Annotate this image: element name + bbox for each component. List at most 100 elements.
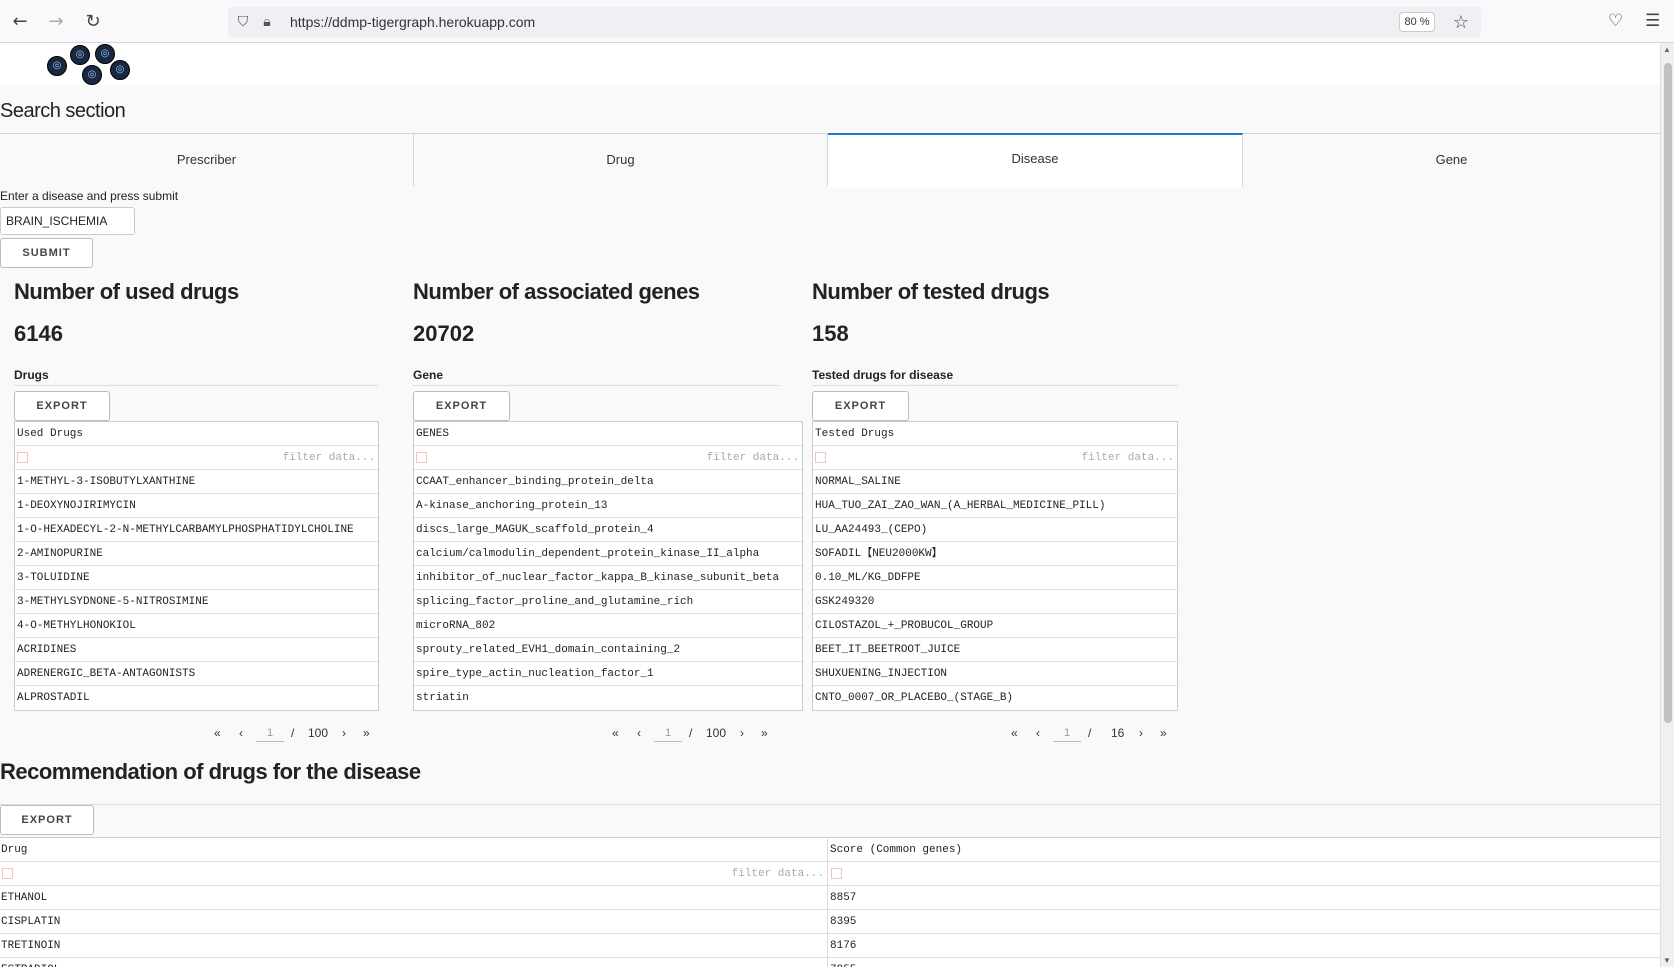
drug-cell[interactable]: CISPLATIN — [0, 910, 828, 934]
tab-prescriber[interactable]: Prescriber — [0, 134, 414, 186]
column-header-drug[interactable]: Drug — [0, 838, 828, 862]
scroll-down-icon[interactable]: ▼ — [1663, 956, 1671, 965]
score-cell[interactable]: 8176 — [829, 934, 1660, 958]
address-bar[interactable]: ⛉ 🔒︎ https://ddmp-tigergraph.herokuapp.c… — [228, 7, 1481, 37]
table-row[interactable]: CISPLATIN 8395 — [0, 910, 1660, 934]
filter-checkbox[interactable] — [831, 868, 842, 879]
export-button[interactable]: EXPORT — [812, 391, 909, 421]
lock-icon[interactable]: 🔒︎ — [258, 13, 276, 31]
filter-input[interactable]: filter data... — [1082, 446, 1174, 470]
table-row[interactable]: 0.10_ML/KG_DDFPE — [813, 566, 1177, 590]
table-row[interactable]: HUA_TUO_ZAI_ZAO_WAN_(A_HERBAL_MEDICINE_P… — [813, 494, 1177, 518]
table-row[interactable]: discs_large_MAGUK_scaffold_protein_4 — [414, 518, 802, 542]
table-row[interactable]: spire_type_actin_nucleation_factor_1 — [414, 662, 802, 686]
page-input[interactable] — [654, 724, 682, 742]
table-row[interactable]: inhibitor_of_nuclear_factor_kappa_B_kina… — [414, 566, 802, 590]
table-row[interactable]: CILOSTAZOL_+_PROBUCOL_GROUP — [813, 614, 1177, 638]
table-row[interactable]: splicing_factor_proline_and_glutamine_ri… — [414, 590, 802, 614]
tab-drug[interactable]: Drug — [414, 134, 828, 186]
table-row[interactable]: CCAAT_enhancer_binding_protein_delta — [414, 470, 802, 494]
table-row[interactable]: calcium/calmodulin_dependent_protein_kin… — [414, 542, 802, 566]
table-row[interactable]: SHUXUENING_INJECTION — [813, 662, 1177, 686]
tab-gene[interactable]: Gene — [1243, 134, 1660, 186]
column-header[interactable]: GENES — [414, 422, 802, 446]
score-cell[interactable]: 8857 — [829, 886, 1660, 910]
export-button[interactable]: EXPORT — [14, 391, 110, 421]
export-button[interactable]: EXPORT — [0, 805, 94, 835]
table-row[interactable]: microRNA_802 — [414, 614, 802, 638]
bookmark-star-icon[interactable]: ☆ — [1453, 12, 1469, 33]
table-row[interactable]: BEET_IT_BEETROOT_JUICE — [813, 638, 1177, 662]
prev-page-button[interactable]: ‹ — [239, 726, 243, 740]
table-row[interactable]: 3-METHYLSYDNONE-5-NITROSIMINE — [15, 590, 378, 614]
page-scrollbar[interactable]: ▲ ▼ — [1660, 43, 1674, 967]
drug-cell[interactable]: ESTRADIOL — [0, 958, 828, 967]
forward-arrow-icon[interactable]: → — [45, 11, 67, 33]
table-row[interactable]: sprouty_related_EVH1_domain_containing_2 — [414, 638, 802, 662]
divider — [413, 385, 779, 386]
next-page-button[interactable]: › — [740, 726, 744, 740]
table-row[interactable]: SOFADIL【NEU2000KW】 — [813, 542, 1177, 566]
export-button[interactable]: EXPORT — [413, 391, 510, 421]
filter-checkbox[interactable] — [2, 868, 13, 879]
tab-disease[interactable]: Disease — [828, 133, 1243, 187]
filter-row: filter data... — [0, 862, 1660, 886]
first-page-button[interactable]: « — [1011, 726, 1018, 740]
disease-input[interactable] — [0, 207, 135, 235]
zoom-level-badge[interactable]: 80 % — [1399, 12, 1435, 32]
table-row[interactable]: striatin — [414, 686, 802, 710]
table-row[interactable]: LU_AA24493_(CEPO) — [813, 518, 1177, 542]
table-row[interactable]: ALPROSTADIL — [15, 686, 378, 710]
table-row[interactable]: GSK249320 — [813, 590, 1177, 614]
reload-icon[interactable]: ↻ — [82, 11, 104, 33]
score-cell[interactable]: 8395 — [829, 910, 1660, 934]
last-page-button[interactable]: » — [761, 726, 768, 740]
scroll-up-icon[interactable]: ▲ — [1663, 45, 1671, 54]
table-row[interactable]: CNTO_0007_OR_PLACEBO_(STAGE_B) — [813, 686, 1177, 710]
stat-value: 6146 — [14, 321, 63, 346]
prev-page-button[interactable]: ‹ — [637, 726, 641, 740]
table-row[interactable]: ETHANOL 8857 — [0, 886, 1660, 910]
last-page-button[interactable]: » — [1160, 726, 1167, 740]
table-row[interactable]: TRETINOIN 8176 — [0, 934, 1660, 958]
column-header[interactable]: Tested Drugs — [813, 422, 1177, 446]
first-page-button[interactable]: « — [214, 726, 221, 740]
column-header-score[interactable]: Score (Common genes) — [829, 838, 1660, 862]
first-page-button[interactable]: « — [612, 726, 619, 740]
filter-input[interactable]: filter data... — [732, 862, 824, 886]
browser-toolbar: ← → ↻ ⛉ 🔒︎ https://ddmp-tigergraph.herok… — [0, 0, 1674, 43]
table-row[interactable]: 1-O-HEXADECYL-2-N-METHYLCARBAMYLPHOSPHAT… — [15, 518, 378, 542]
next-page-button[interactable]: › — [342, 726, 346, 740]
table-row[interactable]: 1-DEOXYNOJIRIMYCIN — [15, 494, 378, 518]
scroll-thumb[interactable] — [1664, 63, 1672, 723]
table-row[interactable]: ESTRADIOL 7955 — [0, 958, 1660, 967]
filter-checkbox[interactable] — [416, 452, 427, 463]
filter-input[interactable]: filter data... — [707, 446, 799, 470]
page-input[interactable] — [256, 724, 284, 742]
table-row[interactable]: ADRENERGIC_BETA-ANTAGONISTS — [15, 662, 378, 686]
next-page-button[interactable]: › — [1139, 726, 1143, 740]
menu-icon[interactable]: ☰ — [1645, 11, 1660, 31]
url-text[interactable]: https://ddmp-tigergraph.herokuapp.com — [290, 14, 535, 30]
drug-cell[interactable]: TRETINOIN — [0, 934, 828, 958]
table-row[interactable]: NORMAL_SALINE — [813, 470, 1177, 494]
table-row[interactable]: 1-METHYL-3-ISOBUTYLXANTHINE — [15, 470, 378, 494]
drug-cell[interactable]: ETHANOL — [0, 886, 828, 910]
table-row[interactable]: ACRIDINES — [15, 638, 378, 662]
page-input[interactable] — [1053, 724, 1081, 742]
last-page-button[interactable]: » — [363, 726, 370, 740]
filter-input[interactable]: filter data... — [283, 446, 375, 470]
filter-checkbox[interactable] — [815, 452, 826, 463]
column-header[interactable]: Used Drugs — [15, 422, 378, 446]
score-cell[interactable]: 7955 — [829, 958, 1660, 967]
filter-checkbox[interactable] — [17, 452, 28, 463]
pocket-icon[interactable]: ♡ — [1608, 11, 1623, 31]
table-row[interactable]: A-kinase_anchoring_protein_13 — [414, 494, 802, 518]
prev-page-button[interactable]: ‹ — [1036, 726, 1040, 740]
table-row[interactable]: 3-TOLUIDINE — [15, 566, 378, 590]
table-row[interactable]: 4-O-METHYLHONOKIOL — [15, 614, 378, 638]
submit-button[interactable]: SUBMIT — [0, 238, 93, 268]
table-row[interactable]: 2-AMINOPURINE — [15, 542, 378, 566]
back-arrow-icon[interactable]: ← — [9, 11, 31, 33]
shield-icon[interactable]: ⛉ — [234, 13, 252, 31]
